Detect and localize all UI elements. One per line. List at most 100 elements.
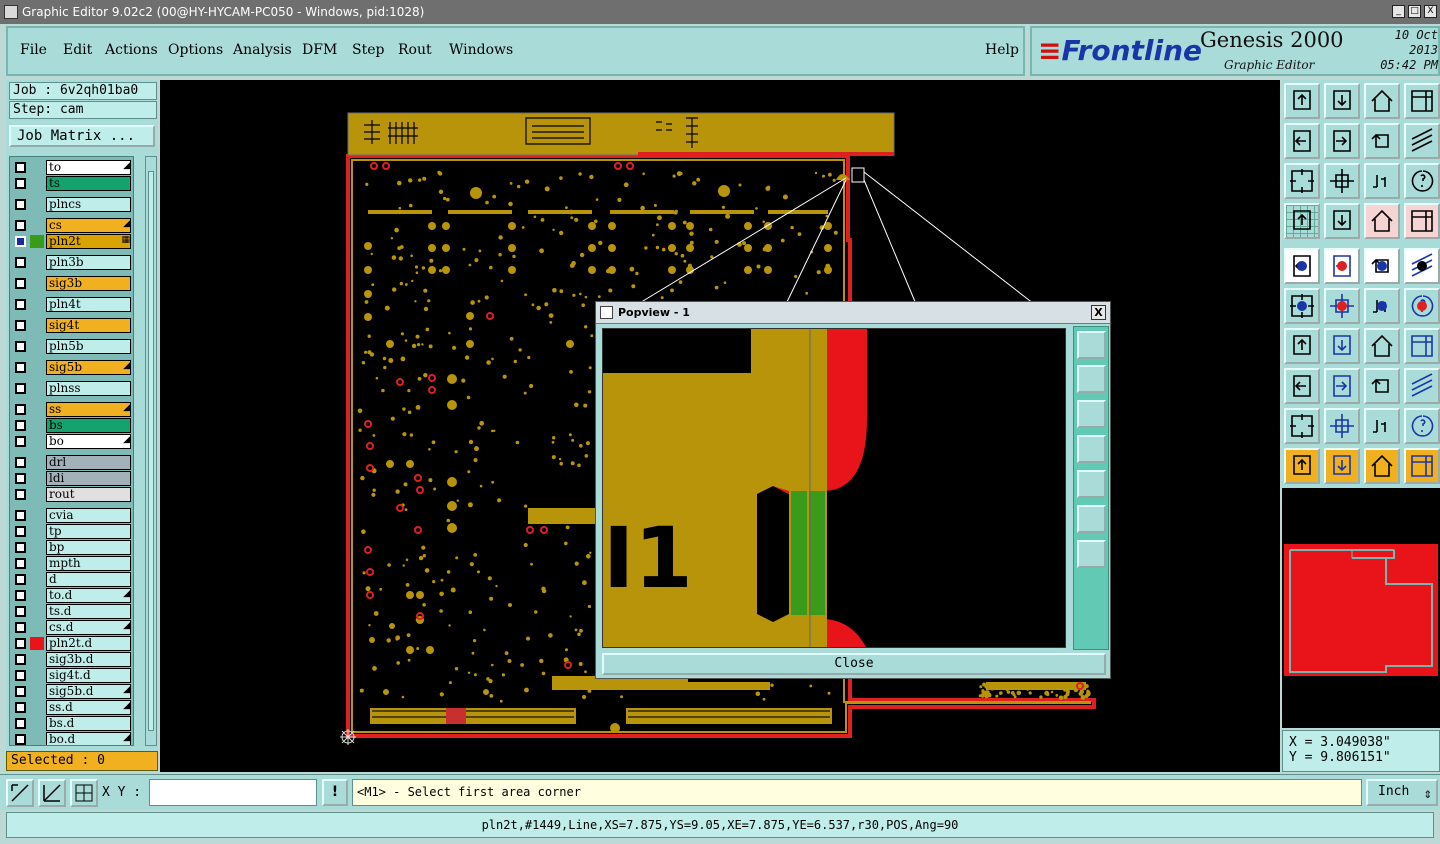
minimize-button[interactable]: _	[1392, 5, 1405, 18]
menu-help[interactable]: Help	[985, 42, 1019, 58]
popview-pan-left-button[interactable]	[1077, 435, 1106, 463]
menu-options[interactable]: Options	[168, 42, 223, 58]
layer-row-mpth[interactable]: mpth	[10, 556, 133, 571]
layer-visibility-checkbox[interactable]	[15, 489, 26, 500]
home-step-icon[interactable]	[1284, 83, 1320, 119]
layer-visibility-checkbox[interactable]	[15, 320, 26, 331]
layer-visibility-checkbox[interactable]	[15, 162, 26, 173]
line-width-icon[interactable]	[1324, 368, 1360, 404]
help-query-icon[interactable]	[1404, 163, 1440, 199]
menu-edit[interactable]: Edit	[63, 42, 92, 58]
popview-zoom-in-button[interactable]	[1077, 505, 1106, 533]
layer-row-drl[interactable]: drl	[10, 455, 133, 470]
move-feature-icon[interactable]	[1404, 288, 1440, 324]
triangle-blue-icon[interactable]	[1324, 408, 1360, 444]
layer-row-ldi[interactable]: ldi	[10, 471, 133, 486]
layer-row-bs[interactable]: bs	[10, 418, 133, 433]
layer-visibility-checkbox[interactable]	[15, 299, 26, 310]
select-area-icon[interactable]	[1324, 448, 1360, 484]
undo-icon[interactable]	[1364, 123, 1400, 159]
layer-visibility-checkbox[interactable]	[15, 362, 26, 373]
layer-visibility-checkbox[interactable]	[15, 383, 26, 394]
layer-visibility-checkbox[interactable]	[15, 686, 26, 697]
redo-icon[interactable]	[1404, 123, 1440, 159]
cut-line-icon[interactable]	[1284, 328, 1320, 364]
open-step-icon[interactable]	[1324, 83, 1360, 119]
popview-close-icon[interactable]: X	[1091, 305, 1106, 320]
move-left-icon[interactable]	[1284, 123, 1320, 159]
layer-row-ts-d[interactable]: ts.d	[10, 604, 133, 619]
layer-row-cvia[interactable]: cvia	[10, 508, 133, 523]
snap-mode-button[interactable]	[6, 779, 34, 807]
fit-text-icon[interactable]	[1404, 328, 1440, 364]
move-right-icon[interactable]	[1324, 123, 1360, 159]
board-overview[interactable]	[1282, 488, 1440, 728]
menu-analysis[interactable]: Analysis	[233, 42, 292, 58]
delete-icon[interactable]	[1324, 288, 1360, 324]
grid-snap-button[interactable]	[70, 779, 98, 807]
layer-row-to-d[interactable]: to.d ◢	[10, 588, 133, 603]
popview-viewport[interactable]: I1	[602, 328, 1066, 648]
house-icon[interactable]	[1364, 83, 1400, 119]
layer-row-pln5b[interactable]: pln5b	[10, 339, 133, 354]
layer-row-pln4t[interactable]: pln4t	[10, 297, 133, 312]
menu-rout[interactable]: Rout	[398, 42, 432, 58]
layer-row-sig3b-d[interactable]: sig3b.d	[10, 652, 133, 667]
select-route-icon[interactable]	[1404, 448, 1440, 484]
layer-row-sig5b-d[interactable]: sig5b.d ◢	[10, 684, 133, 699]
layer-visibility-checkbox[interactable]	[15, 638, 26, 649]
layer-visibility-checkbox[interactable]	[15, 436, 26, 447]
layer-visibility-checkbox[interactable]	[15, 590, 26, 601]
menu-file[interactable]: File	[20, 42, 47, 58]
layer-visibility-checkbox[interactable]	[15, 278, 26, 289]
layer-row-pln2t[interactable]: pln2t ▦	[10, 234, 133, 249]
layer-visibility-checkbox[interactable]	[15, 257, 26, 268]
connect-icon[interactable]	[1284, 288, 1320, 324]
layer-visibility-checkbox[interactable]	[15, 404, 26, 415]
close-window-button[interactable]: X	[1424, 5, 1437, 18]
circle-icon[interactable]	[1404, 248, 1440, 284]
one-to-two-icon[interactable]	[1364, 163, 1400, 199]
layer-row-d[interactable]: d	[10, 572, 133, 587]
execute-button[interactable]: !	[322, 779, 348, 806]
measure-mode-button[interactable]	[38, 779, 66, 807]
stretch-icon[interactable]	[1364, 288, 1400, 324]
layer-visibility-checkbox[interactable]	[15, 718, 26, 729]
zoom-center-icon[interactable]	[1324, 163, 1360, 199]
menu-actions[interactable]: Actions	[105, 42, 158, 58]
layer-row-bs-d[interactable]: bs.d	[10, 716, 133, 731]
layer-visibility-checkbox[interactable]	[15, 702, 26, 713]
rotate-pad-icon[interactable]	[1284, 368, 1320, 404]
layer-scrollbar[interactable]	[145, 156, 157, 746]
layer-visibility-checkbox[interactable]	[15, 606, 26, 617]
layer-row-sig4t[interactable]: sig4t	[10, 318, 133, 333]
layer-row-ss-d[interactable]: ss.d ◢	[10, 700, 133, 715]
layer-visibility-checkbox[interactable]	[15, 199, 26, 210]
select-cross-icon[interactable]	[1364, 448, 1400, 484]
layer-visibility-checkbox[interactable]	[15, 574, 26, 585]
scale-icon[interactable]	[1364, 368, 1400, 404]
layer-row-plnss[interactable]: plnss	[10, 381, 133, 396]
layer-visibility-checkbox[interactable]	[15, 558, 26, 569]
scrollbar-thumb[interactable]	[148, 171, 154, 731]
popview-pan-right-button[interactable]	[1077, 470, 1106, 498]
layer-visibility-checkbox[interactable]	[15, 473, 26, 484]
layer-row-bo-d[interactable]: bo.d ◢	[10, 732, 133, 745]
layer-row-sig4t-d[interactable]: sig4t.d	[10, 668, 133, 683]
layer-row-bp[interactable]: bp	[10, 540, 133, 555]
layer-select-icon[interactable]	[1364, 203, 1400, 239]
polygon-edit-icon[interactable]	[1364, 408, 1400, 444]
units-selector[interactable]: Inch ⇕	[1366, 779, 1438, 806]
layer-visibility-checkbox[interactable]	[15, 220, 26, 231]
layer-visibility-checkbox[interactable]	[15, 654, 26, 665]
add-line-icon[interactable]	[1324, 248, 1360, 284]
layer-visibility-checkbox[interactable]	[15, 457, 26, 468]
popview-pan-down-button[interactable]	[1077, 400, 1106, 428]
layer-deselect-icon[interactable]	[1404, 203, 1440, 239]
layer-row-cs[interactable]: cs ◢	[10, 218, 133, 233]
settings-tool-icon[interactable]	[1284, 203, 1320, 239]
polygon-cut-icon[interactable]	[1404, 408, 1440, 444]
layer-visibility-checkbox[interactable]	[15, 420, 26, 431]
draw-line-icon[interactable]	[1324, 328, 1360, 364]
layer-row-ss[interactable]: ss ◢	[10, 402, 133, 417]
